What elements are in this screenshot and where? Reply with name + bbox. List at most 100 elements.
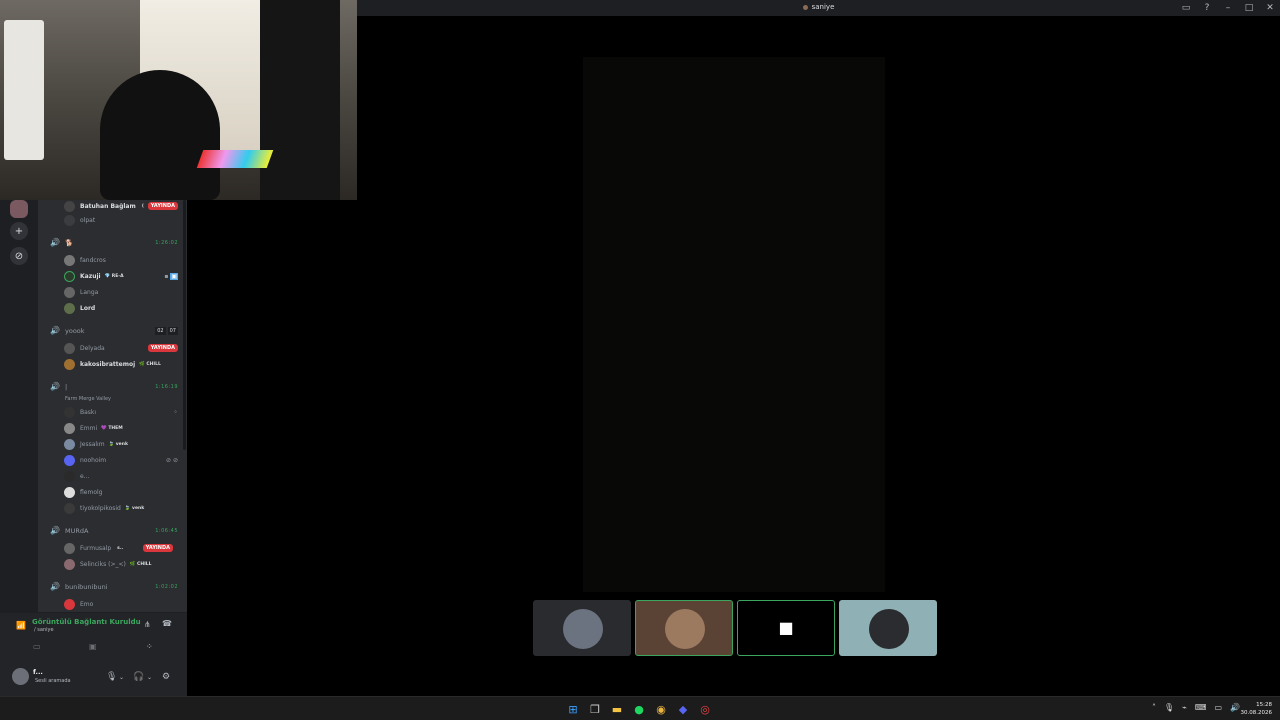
help-icon[interactable]: ? <box>1201 2 1213 14</box>
disconnect-icon[interactable]: ☎ <box>162 619 172 628</box>
user-emmi[interactable]: Emmi 💜 THEM <box>62 422 187 436</box>
speaker-icon: 🔊 <box>50 238 60 247</box>
volume-icon[interactable]: 🔊 <box>1230 703 1240 712</box>
camera-icon[interactable]: ▭ <box>33 642 41 651</box>
user-count: 02 <box>155 327 166 335</box>
user-fandcros[interactable]: fandcros <box>62 254 187 268</box>
keyboard-icon[interactable]: ⌨ <box>1195 703 1207 712</box>
user-olpat[interactable]: olpat <box>62 214 187 228</box>
avatar <box>64 271 75 282</box>
participant-tile[interactable] <box>533 600 631 656</box>
spotify-icon[interactable]: ● <box>631 701 647 717</box>
chevron-down-icon[interactable]: ⌄ <box>147 674 152 681</box>
user-furmusalp[interactable]: Furmusalp s.. YAYINDA <box>62 542 187 556</box>
settings-gear-icon[interactable]: ⚙ <box>162 672 170 682</box>
user-name: kakosibrattemoj 🌿 CHILL <box>80 361 163 368</box>
channel-name: | <box>65 383 68 391</box>
user-name: Jessalım 🍃 venk <box>80 441 130 448</box>
participant-tile-speaking[interactable] <box>635 600 733 656</box>
user-selinciks[interactable]: Selinciks (>_<) 🌿 CHILL <box>62 558 187 572</box>
muted-deafened-icon: ⊘ ⊘ <box>166 457 178 464</box>
channel-timer: 1:16:19 <box>155 384 178 390</box>
activity-icon[interactable]: ⁘ <box>146 642 153 651</box>
usb-icon[interactable]: ⌁ <box>1182 703 1187 712</box>
participant-tile-camera[interactable]: ■ <box>737 600 835 656</box>
user-flemolg[interactable]: flemolg <box>62 486 187 500</box>
system-clock[interactable]: 15:28 30.08.2026 <box>1241 701 1273 717</box>
headphones-icon[interactable]: 🎧 <box>133 672 144 682</box>
microphone-icon[interactable]: 🎙 <box>106 672 117 682</box>
voice-channel-4[interactable]: 🔊 MURdA 1:06:45 <box>38 524 187 538</box>
signal-icon: 📶 <box>16 621 26 630</box>
user-tag: 🌿 CHILL <box>129 562 152 567</box>
channel-scrollbar[interactable] <box>183 200 186 450</box>
user-name: Delyada <box>80 345 105 352</box>
participant-tile[interactable] <box>839 600 937 656</box>
app-root: saniye ▭ ? – □ ✕ + ⊘ Batuhan Bağlam ( YA… <box>0 0 1280 720</box>
voice-channel-5[interactable]: 🔊 bunibunibuni 1:02:02 <box>38 580 187 594</box>
webcam-overlay <box>0 0 357 200</box>
voice-channel-2[interactable]: 🔊 yoook 02 07 <box>38 324 187 338</box>
user-tag-text: THEM <box>108 426 123 431</box>
user-name: Furmusalp s.. <box>80 545 125 552</box>
user-batuhan[interactable]: Batuhan Bağlam ( YAYINDA <box>62 200 187 214</box>
file-explorer-icon[interactable]: ▬ <box>609 701 625 717</box>
inbox-icon[interactable]: ▭ <box>1180 2 1192 14</box>
explore-icon[interactable]: ⊘ <box>10 247 28 265</box>
user-tag-text: venk <box>115 442 128 447</box>
user-kakosibrattemoj[interactable]: kakosibrattemoj 🌿 CHILL <box>62 358 187 372</box>
voice-channel-link[interactable]: / saniye <box>34 627 54 633</box>
avatar <box>64 343 75 354</box>
user-tag-text: CHILL <box>146 362 161 367</box>
user-emo[interactable]: Emo <box>62 598 187 612</box>
user-tag: 🍃 venk <box>108 442 128 447</box>
app-icon[interactable]: ◎ <box>697 701 713 717</box>
user-tiyokolpikosid[interactable]: tiyokolpikosid 🍃 venk <box>62 502 187 516</box>
user-noohoim[interactable]: noohoim ⊘ ⊘ <box>62 454 187 468</box>
system-tray: ˄ 🎙 ⌁ ⌨ ▭ 🔊 <box>1152 703 1240 712</box>
close-icon[interactable]: ✕ <box>1264 2 1276 14</box>
noise-suppression-icon[interactable]: ⋔ <box>144 620 151 629</box>
windows-start-icon[interactable]: ⊞ <box>565 701 581 717</box>
window-title-text: saniye <box>811 3 835 11</box>
user-tag: 💎 RE-A <box>104 274 124 279</box>
discord-icon[interactable]: ◆ <box>675 701 691 717</box>
user-kazuji[interactable]: Kazuji 💎 RE-A ▪ ▣ <box>62 270 187 284</box>
user-name: e... <box>80 473 90 480</box>
chevron-up-icon[interactable]: ˄ <box>1152 703 1156 712</box>
user-dots[interactable]: e... <box>62 470 187 484</box>
network-icon[interactable]: ▭ <box>1214 703 1222 712</box>
chrome-icon[interactable]: ◉ <box>653 701 669 717</box>
voice-channel-1[interactable]: 🔊 🐕 1:26:02 <box>38 236 187 250</box>
microphone-icon[interactable]: 🎙 <box>1164 703 1174 712</box>
voice-status[interactable]: Görüntülü Bağlantı Kuruldu <box>32 618 141 626</box>
avatar <box>64 503 75 514</box>
user-panel-name: f... <box>33 668 43 676</box>
avatar <box>64 287 75 298</box>
camera-icon: ■ <box>778 618 794 637</box>
chevron-down-icon[interactable]: ⌄ <box>119 674 124 681</box>
user-lord[interactable]: Lord <box>62 302 187 316</box>
user-jessalm[interactable]: Jessalım 🍃 venk <box>62 438 187 452</box>
voice-channel-3[interactable]: 🔊 | 1:16:19 <box>38 380 187 394</box>
user-baski[interactable]: Baskı ⁘ <box>62 406 187 420</box>
user-tag-text: CHILL <box>137 562 152 567</box>
avatar <box>64 471 75 482</box>
user-name: flemolg <box>80 489 103 496</box>
user-langa[interactable]: Langa <box>62 286 187 300</box>
speaker-icon: 🔊 <box>50 326 60 335</box>
screen-share-icon[interactable]: ▣ <box>89 642 97 651</box>
user-delyada[interactable]: Delyada YAYINDA <box>62 342 187 356</box>
window-title: saniye <box>357 3 1280 11</box>
server-avatar[interactable] <box>10 200 28 218</box>
avatar <box>64 559 75 570</box>
avatar[interactable] <box>12 668 29 685</box>
live-badge: YAYINDA <box>147 344 178 352</box>
maximize-icon[interactable]: □ <box>1243 2 1255 14</box>
stage-focused-stream[interactable] <box>583 57 885 592</box>
task-view-icon[interactable]: ❐ <box>587 701 603 717</box>
user-name: Batuhan Bağlam ( <box>80 203 146 210</box>
minimize-icon[interactable]: – <box>1222 2 1234 14</box>
add-server-icon[interactable]: + <box>10 222 28 240</box>
screen-share-icon: ▣ <box>170 273 178 280</box>
